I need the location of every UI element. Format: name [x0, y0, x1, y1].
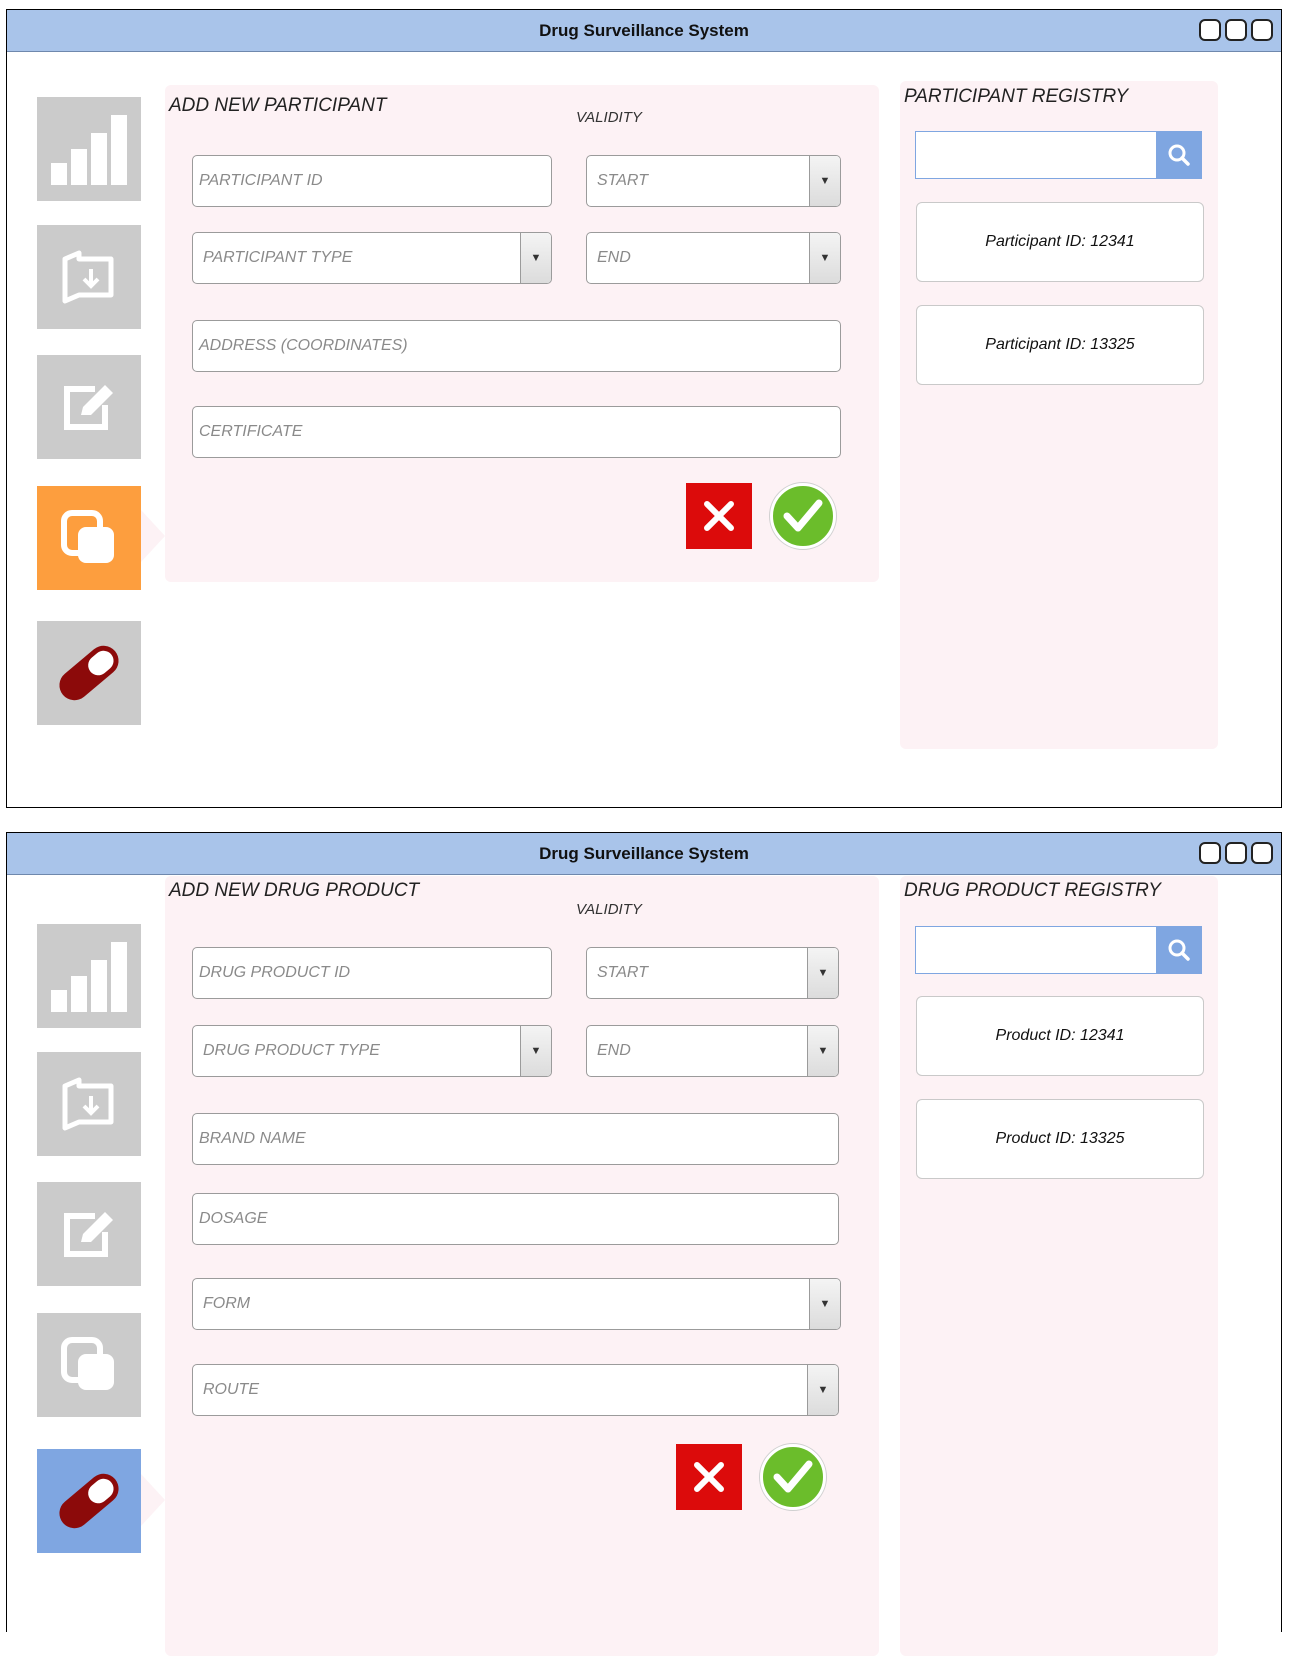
address-placeholder: ADDRESS (COORDINATES) [199, 337, 408, 354]
nav-drug-products[interactable] [37, 1449, 141, 1553]
participant-id-field[interactable]: PARTICIPANT ID [192, 155, 552, 207]
dropdown-arrow-icon: ▼ [807, 948, 838, 998]
nav-import[interactable] [37, 1052, 141, 1156]
start-placeholder: START [597, 172, 648, 189]
drug-product-window: Drug Surveillance System ADD NEW DRUG PR… [6, 832, 1282, 1656]
nav-participants[interactable] [37, 1313, 141, 1417]
certificate-placeholder: CERTIFICATE [199, 423, 303, 440]
registry-search-input[interactable] [915, 926, 1157, 974]
pill-icon [59, 1473, 119, 1529]
copy-icon [61, 510, 114, 563]
window-title: Drug Surveillance System [539, 21, 749, 40]
registry-title: PARTICIPANT REGISTRY [904, 86, 1129, 107]
add-form-panel: ADD NEW DRUG PRODUCT VALIDITY DRUG PRODU… [165, 876, 879, 1656]
title-bar: Drug Surveillance System [7, 10, 1281, 52]
validity-label: VALIDITY [576, 901, 642, 918]
form-title: ADD NEW PARTICIPANT [169, 95, 387, 116]
dropdown-arrow-icon: ▼ [809, 1279, 840, 1329]
registry-list-item[interactable]: Product ID: 13325 [916, 1099, 1204, 1179]
brand-name-field[interactable]: BRAND NAME [192, 1113, 839, 1165]
maximize-button[interactable] [1225, 842, 1247, 864]
dropdown-arrow-icon: ▼ [520, 1026, 551, 1076]
route-select[interactable]: ROUTE ▼ [192, 1364, 839, 1416]
registry-panel: DRUG PRODUCT REGISTRY Product ID: 12341 … [900, 876, 1218, 1656]
form-placeholder: FORM [203, 1295, 251, 1312]
drug-product-type-select[interactable]: DRUG PRODUCT TYPE ▼ [192, 1025, 552, 1077]
copy-icon [61, 1337, 114, 1390]
search-icon [1168, 939, 1190, 961]
close-icon [694, 1462, 724, 1492]
edit-icon [64, 1212, 113, 1257]
nav-participants[interactable] [37, 486, 141, 590]
nav-import[interactable] [37, 225, 141, 329]
registry-search-input[interactable] [915, 131, 1157, 179]
confirm-button[interactable] [770, 483, 836, 549]
brand-name-placeholder: BRAND NAME [199, 1130, 306, 1147]
registry-list-item[interactable]: Participant ID: 13325 [916, 305, 1204, 385]
end-placeholder: END [597, 1042, 631, 1059]
participant-window: Drug Surveillance System ADD NEW PARTICI… [6, 9, 1282, 808]
dropdown-arrow-icon: ▼ [520, 233, 551, 283]
search-button[interactable] [1156, 131, 1202, 179]
drug-product-type-placeholder: DRUG PRODUCT TYPE [203, 1042, 380, 1059]
minimize-button[interactable] [1199, 842, 1221, 864]
registry-title: DRUG PRODUCT REGISTRY [904, 880, 1161, 901]
confirm-button[interactable] [760, 1444, 826, 1510]
end-date-select[interactable]: END ▼ [586, 232, 841, 284]
dropdown-arrow-icon: ▼ [809, 156, 840, 206]
nav-edit[interactable] [37, 1182, 141, 1286]
end-date-select[interactable]: END ▼ [586, 1025, 839, 1077]
form-title: ADD NEW DRUG PRODUCT [169, 880, 420, 901]
drug-product-id-field[interactable]: DRUG PRODUCT ID [192, 947, 552, 999]
registry-list-item[interactable]: Participant ID: 12341 [916, 202, 1204, 282]
window-title: Drug Surveillance System [539, 844, 749, 863]
end-placeholder: END [597, 249, 631, 266]
search-button[interactable] [1156, 926, 1202, 974]
participant-type-select[interactable]: PARTICIPANT TYPE ▼ [192, 232, 552, 284]
nav-statistics[interactable] [37, 924, 141, 1028]
close-button[interactable] [1251, 19, 1273, 41]
registry-panel: PARTICIPANT REGISTRY Participant ID: 123… [900, 81, 1218, 749]
start-placeholder: START [597, 964, 648, 981]
form-select[interactable]: FORM ▼ [192, 1278, 841, 1330]
address-field[interactable]: ADDRESS (COORDINATES) [192, 320, 841, 372]
start-date-select[interactable]: START ▼ [586, 947, 839, 999]
nav-statistics[interactable] [37, 97, 141, 201]
search-icon [1168, 144, 1190, 166]
pill-icon [59, 645, 119, 701]
active-pointer [141, 510, 165, 562]
certificate-field[interactable]: CERTIFICATE [192, 406, 841, 458]
minimize-button[interactable] [1199, 19, 1221, 41]
folder-import-icon [62, 250, 114, 304]
cancel-button[interactable] [686, 483, 752, 549]
maximize-button[interactable] [1225, 19, 1247, 41]
participant-type-placeholder: PARTICIPANT TYPE [203, 249, 353, 266]
close-button[interactable] [1251, 842, 1273, 864]
start-date-select[interactable]: START ▼ [586, 155, 841, 207]
nav-edit[interactable] [37, 355, 141, 459]
edit-icon [64, 385, 113, 430]
dropdown-arrow-icon: ▼ [807, 1365, 838, 1415]
dosage-field[interactable]: DOSAGE [192, 1193, 839, 1245]
validity-label: VALIDITY [576, 109, 642, 126]
dropdown-arrow-icon: ▼ [809, 233, 840, 283]
route-placeholder: ROUTE [203, 1381, 259, 1398]
dropdown-arrow-icon: ▼ [807, 1026, 838, 1076]
participant-id-placeholder: PARTICIPANT ID [199, 172, 323, 189]
active-pointer [141, 1474, 165, 1526]
checkmark-icon [773, 1460, 813, 1493]
bar-chart-icon [51, 115, 127, 185]
nav-drug-products[interactable] [37, 621, 141, 725]
dosage-placeholder: DOSAGE [199, 1210, 268, 1227]
cancel-button[interactable] [676, 1444, 742, 1510]
bar-chart-icon [51, 942, 127, 1012]
title-bar: Drug Surveillance System [7, 833, 1281, 875]
folder-import-icon [62, 1077, 114, 1131]
checkmark-icon [783, 499, 823, 532]
add-form-panel: ADD NEW PARTICIPANT VALIDITY PARTICIPANT… [165, 85, 879, 582]
registry-list-item[interactable]: Product ID: 12341 [916, 996, 1204, 1076]
close-icon [704, 501, 734, 531]
drug-product-id-placeholder: DRUG PRODUCT ID [199, 964, 351, 981]
